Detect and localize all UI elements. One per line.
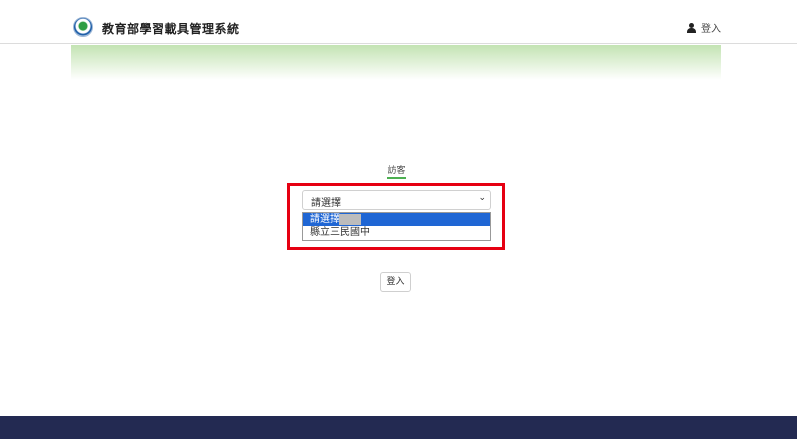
top-header: 教育部學習載具管理系統 登入 (0, 0, 797, 44)
school-select[interactable]: 請選擇 ⌄ (302, 190, 491, 210)
cursor-obscured-area (339, 214, 361, 225)
footer-bar (0, 416, 797, 439)
school-select-dropdown: 請選擇 縣立三民國中 (302, 212, 491, 241)
tab-visitor[interactable]: 訪客 (0, 163, 793, 176)
user-icon (687, 23, 696, 33)
header-login-label: 登入 (701, 24, 721, 35)
option-sanmin-junior-high[interactable]: 縣立三民國中 (303, 226, 490, 239)
tab-active-underline (387, 177, 406, 179)
header-login-link[interactable]: 登入 (687, 20, 721, 35)
login-button[interactable]: 登入 (380, 272, 411, 292)
site-title: 教育部學習載具管理系統 (102, 22, 240, 36)
chevron-down-icon: ⌄ (478, 193, 486, 203)
option-please-select[interactable]: 請選擇 (303, 213, 490, 226)
hero-banner (71, 45, 721, 80)
school-select-value: 請選擇 (311, 198, 341, 209)
moe-logo-icon (73, 17, 93, 37)
